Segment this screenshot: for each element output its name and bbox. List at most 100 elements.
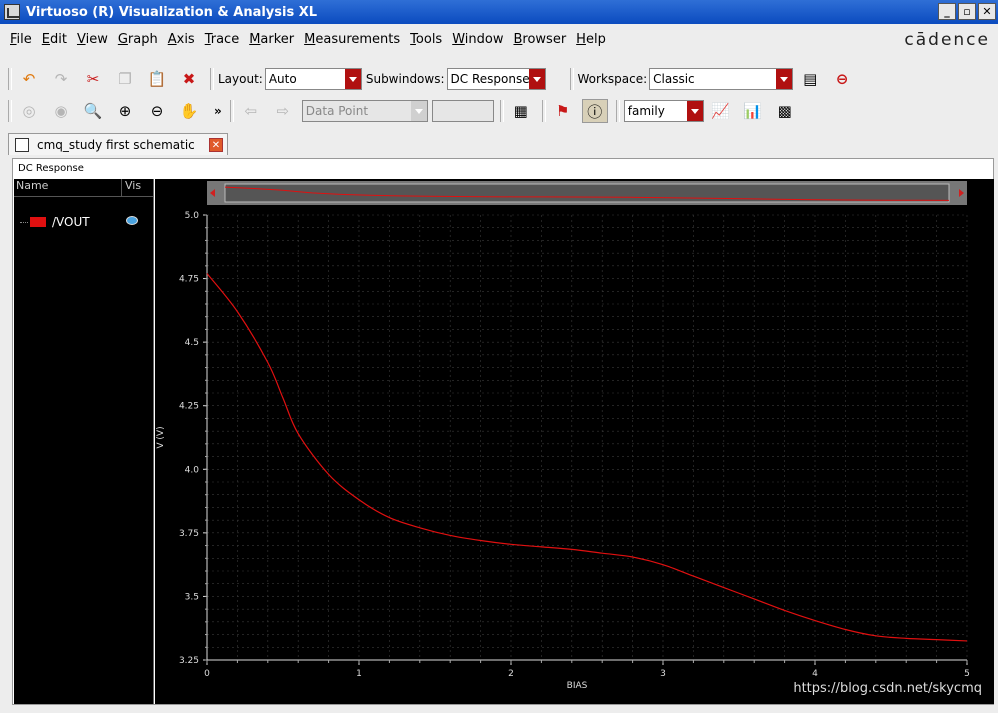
toolbar-grip[interactable] (229, 100, 234, 122)
zoom-icon[interactable]: 🔍 (80, 99, 106, 123)
redo-icon[interactable]: ↷ (48, 67, 74, 91)
eye-icon[interactable] (126, 216, 138, 225)
trace-color-swatch (30, 217, 46, 227)
menu-edit[interactable]: Edit (42, 32, 67, 47)
delete-workspace-icon[interactable]: ⊖ (829, 67, 855, 91)
workspace-value: Classic (653, 72, 695, 86)
toolbar-grip[interactable] (210, 68, 214, 90)
x-tick-label: 4 (812, 669, 818, 679)
marker-flag-icon[interactable]: ⚑ (550, 99, 576, 123)
forward-arrow-icon[interactable]: ⇨ (270, 99, 296, 123)
toolbar-grip[interactable] (8, 100, 12, 122)
x-tick-label: 1 (356, 669, 362, 679)
family-select[interactable]: family (623, 100, 704, 122)
menu-axis[interactable]: Axis (168, 32, 195, 47)
delete-icon[interactable]: ✖ (176, 67, 202, 91)
x-tick-label: 0 (204, 669, 210, 679)
family-value: family (627, 104, 665, 118)
menu-bar: File Edit View Graph Axis Trace Marker M… (0, 26, 998, 52)
series-line-vout (206, 273, 968, 642)
toolbar-grip[interactable] (615, 100, 620, 122)
x-tick-label: 3 (660, 669, 666, 679)
plot-area[interactable]: 3.25 3.5 3.75 4.0 4.25 4.5 4.75 5.0 0 1 2 3 4 5 BIAS V … (155, 179, 994, 704)
menu-tools[interactable]: Tools (410, 32, 442, 47)
layout-value: Auto (268, 72, 297, 86)
workspace-label: Workspace: (577, 72, 648, 86)
legend-item[interactable]: /VOUT (20, 215, 138, 229)
cadence-logo: cādence (904, 30, 990, 50)
legend-header: Name Vis (14, 179, 153, 197)
marker-value-field[interactable] (431, 100, 494, 122)
toolbar-grip[interactable] (541, 100, 546, 122)
chart-svg[interactable]: 3.25 3.5 3.75 4.0 4.25 4.5 4.75 5.0 0 1 2 3 4 5 BIAS V … (155, 179, 994, 704)
copy-icon[interactable]: ❐ (112, 67, 138, 91)
subwindows-value: DC Response (450, 72, 530, 86)
chevron-down-icon[interactable] (410, 101, 427, 121)
menu-trace[interactable]: Trace (205, 32, 240, 47)
toolbar-grip[interactable] (8, 68, 12, 90)
y-tick-label: 3.25 (179, 656, 199, 666)
y-tick-label: 4.25 (179, 402, 199, 412)
close-tab-icon[interactable]: ✕ (209, 137, 223, 152)
x-tick-label: 2 (508, 669, 514, 679)
menu-view[interactable]: View (77, 32, 108, 47)
trace-legend: Name Vis /VOUT (14, 179, 154, 704)
chevron-down-icon[interactable] (528, 69, 545, 89)
save-workspace-icon[interactable]: ▤ (797, 67, 823, 91)
panel-title: DC Response (18, 163, 84, 174)
info-icon[interactable]: ⓘ (581, 99, 608, 123)
chevron-down-icon[interactable] (686, 101, 703, 121)
menu-marker[interactable]: Marker (249, 32, 294, 47)
menu-file[interactable]: File (10, 32, 32, 47)
zoom-in-icon[interactable]: ⊕ (112, 99, 138, 123)
undo-icon[interactable]: ↶ (16, 67, 42, 91)
subwindows-label: Subwindows: (365, 72, 445, 86)
app-icon (4, 4, 20, 20)
minimize-button[interactable]: _ (938, 3, 956, 20)
legend-col-name: Name (14, 179, 122, 196)
menu-measurements[interactable]: Measurements (304, 32, 400, 47)
calculator-icon[interactable]: ▦ (508, 99, 534, 123)
y-tick-label: 4.0 (185, 465, 200, 475)
zoom-fit-icon[interactable]: ◎ (16, 99, 42, 123)
pan-icon[interactable]: ✋ (176, 99, 202, 123)
menu-help[interactable]: Help (576, 32, 606, 47)
tab-bar: cmq_study first schematic ✕ (0, 130, 998, 156)
menu-browser[interactable]: Browser (513, 32, 566, 47)
graph-window-icon (15, 137, 29, 152)
x-tick-label: 5 (964, 669, 970, 679)
main-toolbar: ↶ ↷ ✂ ❐ 📋 ✖ Layout: Auto Subwindows: DC … (0, 64, 998, 94)
y-axis-label: V (V) (156, 426, 166, 448)
zoom-reset-icon[interactable]: ◉ (48, 99, 74, 123)
graph-compare-icon[interactable]: 📊 (740, 99, 766, 123)
toolbar-overflow[interactable]: » (214, 104, 222, 118)
y-tick-label: 4.75 (179, 275, 199, 285)
menu-graph[interactable]: Graph (118, 32, 158, 47)
x-axis-label: BIAS (567, 681, 588, 691)
marker-mode-select[interactable]: Data Point (301, 100, 428, 122)
y-tick-label: 4.5 (185, 338, 199, 348)
workspace-select[interactable]: Classic (649, 68, 794, 90)
zoom-out-icon[interactable]: ⊖ (144, 99, 170, 123)
chevron-down-icon[interactable] (344, 69, 361, 89)
graph-chart-icon[interactable]: 📈 (708, 99, 734, 123)
back-arrow-icon[interactable]: ⇦ (238, 99, 264, 123)
title-bar: Virtuoso (R) Visualization & Analysis XL… (0, 0, 998, 24)
menu-window[interactable]: Window (452, 32, 503, 47)
tab-schematic[interactable]: cmq_study first schematic ✕ (8, 133, 228, 155)
layout-label: Layout: (218, 72, 263, 86)
layout-select[interactable]: Auto (264, 68, 362, 90)
close-button[interactable]: ✕ (978, 3, 996, 20)
chevron-down-icon[interactable] (776, 69, 793, 89)
y-tick-label: 3.75 (179, 529, 199, 539)
toolbar-grip[interactable] (569, 68, 574, 90)
maximize-button[interactable]: ▫ (958, 3, 976, 20)
graph-grid-icon[interactable]: ▩ (772, 99, 798, 123)
paste-icon[interactable]: 📋 (144, 67, 170, 91)
toolbar-grip[interactable] (499, 100, 504, 122)
cut-icon[interactable]: ✂ (80, 67, 106, 91)
marker-mode-value: Data Point (305, 104, 369, 118)
trace-name: /VOUT (52, 215, 90, 229)
tab-label: cmq_study first schematic (37, 137, 195, 152)
subwindows-select[interactable]: DC Response (446, 68, 546, 90)
